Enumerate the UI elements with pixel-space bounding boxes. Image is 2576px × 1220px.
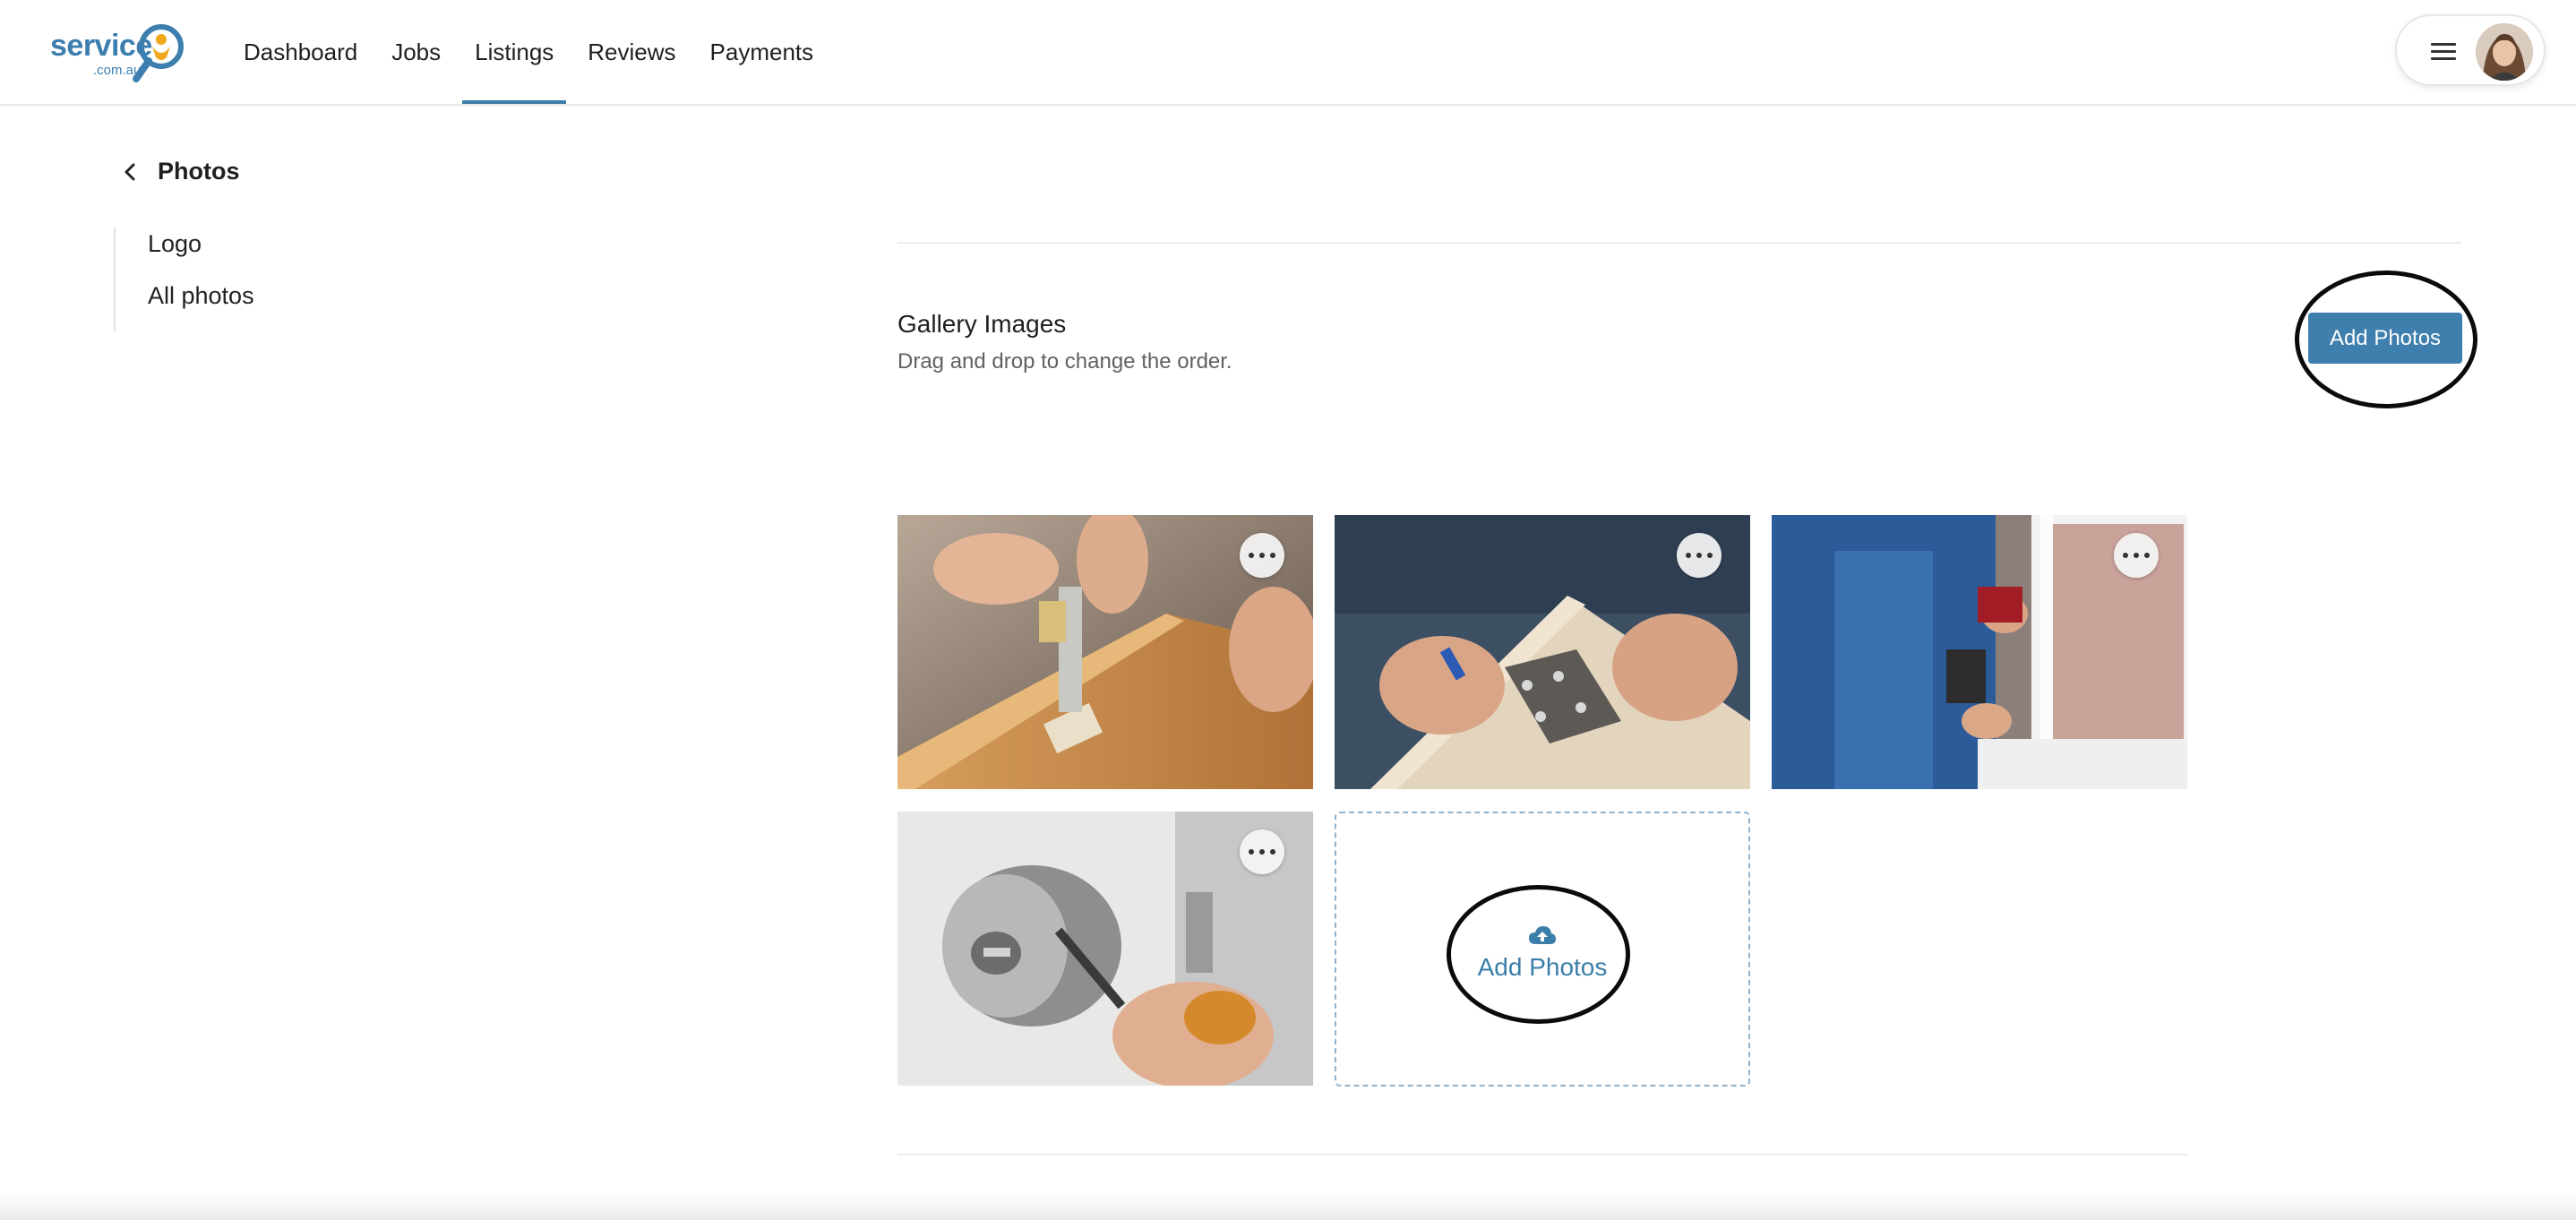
brand-logo[interactable]: service .com.au — [50, 20, 193, 84]
add-photos-tile-label: Add Photos — [1477, 953, 1608, 981]
gallery-photo[interactable] — [1335, 515, 1750, 789]
nav-dashboard[interactable]: Dashboard — [244, 0, 357, 104]
photo-options-button[interactable] — [2114, 533, 2159, 578]
cloud-upload-icon — [1529, 926, 1556, 944]
main-nav: Dashboard Jobs Listings Reviews Payments — [244, 0, 847, 104]
sidebar-list: Logo All photos — [114, 228, 254, 331]
section-divider — [897, 242, 2461, 244]
nav-payments[interactable]: Payments — [710, 0, 814, 104]
user-menu-button[interactable] — [2395, 14, 2546, 86]
bottom-shadow — [0, 1191, 2576, 1220]
sidebar-item-logo[interactable]: Logo — [148, 228, 254, 279]
gallery-photo[interactable] — [1772, 515, 2187, 789]
add-photos-button[interactable]: Add Photos — [2308, 313, 2462, 364]
gallery-photo[interactable] — [897, 515, 1313, 789]
nav-jobs[interactable]: Jobs — [391, 0, 441, 104]
gallery-subtitle: Drag and drop to change the order. — [897, 349, 1232, 374]
back-to-photos-link[interactable]: Photos — [122, 158, 240, 185]
section-divider-bottom — [897, 1154, 2187, 1156]
gallery-title: Gallery Images — [897, 310, 1067, 338]
add-photos-tile[interactable]: Add Photos — [1335, 812, 1750, 1087]
avatar — [2476, 23, 2533, 81]
sidebar-item-all-photos[interactable]: All photos — [148, 279, 254, 331]
nav-listings[interactable]: Listings — [462, 0, 567, 104]
add-photos-tile-content: Add Photos — [1336, 924, 1748, 982]
photo-options-button[interactable] — [1240, 533, 1284, 578]
chevron-left-icon — [125, 163, 135, 180]
magnifier-logo-icon — [133, 24, 184, 82]
gallery-photo[interactable] — [897, 812, 1313, 1086]
hamburger-icon — [2431, 43, 2456, 61]
top-header: service .com.au Dashboard Jobs Listings … — [0, 0, 2576, 106]
photo-options-button[interactable] — [1677, 533, 1722, 578]
back-link-label: Photos — [158, 158, 240, 185]
photo-options-button[interactable] — [1240, 829, 1284, 874]
nav-reviews[interactable]: Reviews — [588, 0, 675, 104]
